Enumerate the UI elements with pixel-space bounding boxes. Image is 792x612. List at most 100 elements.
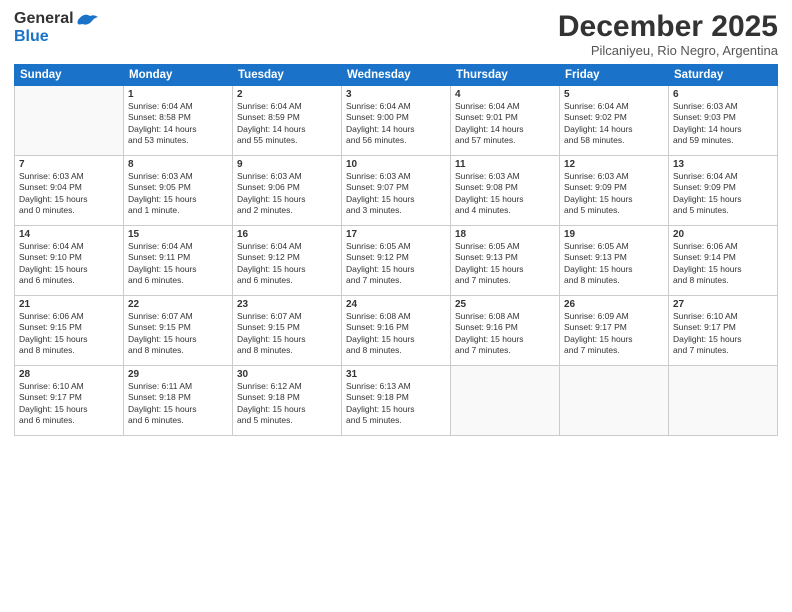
logo-bird-icon: [76, 12, 98, 28]
calendar-week-2: 7Sunrise: 6:03 AM Sunset: 9:04 PM Daylig…: [15, 156, 778, 226]
table-row: 7Sunrise: 6:03 AM Sunset: 9:04 PM Daylig…: [15, 156, 124, 226]
table-row: 10Sunrise: 6:03 AM Sunset: 9:07 PM Dayli…: [342, 156, 451, 226]
day-number: 10: [346, 159, 446, 170]
cell-info: Sunrise: 6:03 AM Sunset: 9:06 PM Dayligh…: [237, 171, 337, 217]
table-row: 2Sunrise: 6:04 AM Sunset: 8:59 PM Daylig…: [233, 86, 342, 156]
day-number: 2: [237, 89, 337, 100]
cell-info: Sunrise: 6:04 AM Sunset: 9:01 PM Dayligh…: [455, 101, 555, 147]
table-row: 16Sunrise: 6:04 AM Sunset: 9:12 PM Dayli…: [233, 226, 342, 296]
cell-info: Sunrise: 6:03 AM Sunset: 9:09 PM Dayligh…: [564, 171, 664, 217]
day-number: 21: [19, 299, 119, 310]
day-number: 14: [19, 229, 119, 240]
table-row: [451, 366, 560, 436]
day-number: 6: [673, 89, 773, 100]
table-row: 5Sunrise: 6:04 AM Sunset: 9:02 PM Daylig…: [560, 86, 669, 156]
table-row: 25Sunrise: 6:08 AM Sunset: 9:16 PM Dayli…: [451, 296, 560, 366]
table-row: 26Sunrise: 6:09 AM Sunset: 9:17 PM Dayli…: [560, 296, 669, 366]
day-number: 25: [455, 299, 555, 310]
cell-info: Sunrise: 6:03 AM Sunset: 9:08 PM Dayligh…: [455, 171, 555, 217]
table-row: 27Sunrise: 6:10 AM Sunset: 9:17 PM Dayli…: [669, 296, 778, 366]
calendar-week-4: 21Sunrise: 6:06 AM Sunset: 9:15 PM Dayli…: [15, 296, 778, 366]
cell-info: Sunrise: 6:03 AM Sunset: 9:04 PM Dayligh…: [19, 171, 119, 217]
table-row: 23Sunrise: 6:07 AM Sunset: 9:15 PM Dayli…: [233, 296, 342, 366]
header-monday: Monday: [124, 65, 233, 86]
cell-info: Sunrise: 6:03 AM Sunset: 9:07 PM Dayligh…: [346, 171, 446, 217]
day-number: 9: [237, 159, 337, 170]
table-row: 19Sunrise: 6:05 AM Sunset: 9:13 PM Dayli…: [560, 226, 669, 296]
day-number: 7: [19, 159, 119, 170]
cell-info: Sunrise: 6:04 AM Sunset: 9:00 PM Dayligh…: [346, 101, 446, 147]
cell-info: Sunrise: 6:05 AM Sunset: 9:12 PM Dayligh…: [346, 241, 446, 287]
cell-info: Sunrise: 6:03 AM Sunset: 9:03 PM Dayligh…: [673, 101, 773, 147]
day-number: 28: [19, 369, 119, 380]
cell-info: Sunrise: 6:05 AM Sunset: 9:13 PM Dayligh…: [455, 241, 555, 287]
header-thursday: Thursday: [451, 65, 560, 86]
logo-general: General: [14, 10, 74, 28]
day-number: 29: [128, 369, 228, 380]
month-title: December 2025: [558, 10, 778, 43]
subtitle: Pilcaniyeu, Rio Negro, Argentina: [558, 43, 778, 58]
day-number: 3: [346, 89, 446, 100]
day-number: 5: [564, 89, 664, 100]
day-number: 16: [237, 229, 337, 240]
day-number: 8: [128, 159, 228, 170]
cell-info: Sunrise: 6:12 AM Sunset: 9:18 PM Dayligh…: [237, 381, 337, 427]
header: General Blue December 2025 Pilcaniyeu, R…: [14, 10, 778, 58]
table-row: 28Sunrise: 6:10 AM Sunset: 9:17 PM Dayli…: [15, 366, 124, 436]
page: General Blue December 2025 Pilcaniyeu, R…: [0, 0, 792, 612]
table-row: 9Sunrise: 6:03 AM Sunset: 9:06 PM Daylig…: [233, 156, 342, 226]
table-row: 18Sunrise: 6:05 AM Sunset: 9:13 PM Dayli…: [451, 226, 560, 296]
day-number: 18: [455, 229, 555, 240]
table-row: 20Sunrise: 6:06 AM Sunset: 9:14 PM Dayli…: [669, 226, 778, 296]
calendar-week-3: 14Sunrise: 6:04 AM Sunset: 9:10 PM Dayli…: [15, 226, 778, 296]
cell-info: Sunrise: 6:04 AM Sunset: 9:09 PM Dayligh…: [673, 171, 773, 217]
day-number: 17: [346, 229, 446, 240]
logo-blue: Blue: [14, 28, 49, 46]
cell-info: Sunrise: 6:07 AM Sunset: 9:15 PM Dayligh…: [128, 311, 228, 357]
day-number: 4: [455, 89, 555, 100]
title-block: December 2025 Pilcaniyeu, Rio Negro, Arg…: [558, 10, 778, 58]
calendar-week-5: 28Sunrise: 6:10 AM Sunset: 9:17 PM Dayli…: [15, 366, 778, 436]
table-row: 31Sunrise: 6:13 AM Sunset: 9:18 PM Dayli…: [342, 366, 451, 436]
calendar-header-row: Sunday Monday Tuesday Wednesday Thursday…: [15, 65, 778, 86]
table-row: 30Sunrise: 6:12 AM Sunset: 9:18 PM Dayli…: [233, 366, 342, 436]
table-row: 11Sunrise: 6:03 AM Sunset: 9:08 PM Dayli…: [451, 156, 560, 226]
day-number: 11: [455, 159, 555, 170]
table-row: [15, 86, 124, 156]
table-row: 21Sunrise: 6:06 AM Sunset: 9:15 PM Dayli…: [15, 296, 124, 366]
calendar-week-1: 1Sunrise: 6:04 AM Sunset: 8:58 PM Daylig…: [15, 86, 778, 156]
day-number: 31: [346, 369, 446, 380]
cell-info: Sunrise: 6:04 AM Sunset: 9:12 PM Dayligh…: [237, 241, 337, 287]
cell-info: Sunrise: 6:04 AM Sunset: 8:59 PM Dayligh…: [237, 101, 337, 147]
table-row: 29Sunrise: 6:11 AM Sunset: 9:18 PM Dayli…: [124, 366, 233, 436]
cell-info: Sunrise: 6:05 AM Sunset: 9:13 PM Dayligh…: [564, 241, 664, 287]
table-row: 22Sunrise: 6:07 AM Sunset: 9:15 PM Dayli…: [124, 296, 233, 366]
cell-info: Sunrise: 6:08 AM Sunset: 9:16 PM Dayligh…: [455, 311, 555, 357]
day-number: 24: [346, 299, 446, 310]
cell-info: Sunrise: 6:06 AM Sunset: 9:15 PM Dayligh…: [19, 311, 119, 357]
header-saturday: Saturday: [669, 65, 778, 86]
day-number: 15: [128, 229, 228, 240]
day-number: 19: [564, 229, 664, 240]
header-friday: Friday: [560, 65, 669, 86]
table-row: 15Sunrise: 6:04 AM Sunset: 9:11 PM Dayli…: [124, 226, 233, 296]
header-wednesday: Wednesday: [342, 65, 451, 86]
header-tuesday: Tuesday: [233, 65, 342, 86]
table-row: 12Sunrise: 6:03 AM Sunset: 9:09 PM Dayli…: [560, 156, 669, 226]
cell-info: Sunrise: 6:13 AM Sunset: 9:18 PM Dayligh…: [346, 381, 446, 427]
table-row: 4Sunrise: 6:04 AM Sunset: 9:01 PM Daylig…: [451, 86, 560, 156]
cell-info: Sunrise: 6:11 AM Sunset: 9:18 PM Dayligh…: [128, 381, 228, 427]
header-sunday: Sunday: [15, 65, 124, 86]
day-number: 12: [564, 159, 664, 170]
day-number: 30: [237, 369, 337, 380]
day-number: 20: [673, 229, 773, 240]
logo: General Blue: [14, 10, 98, 46]
table-row: 6Sunrise: 6:03 AM Sunset: 9:03 PM Daylig…: [669, 86, 778, 156]
cell-info: Sunrise: 6:04 AM Sunset: 8:58 PM Dayligh…: [128, 101, 228, 147]
day-number: 13: [673, 159, 773, 170]
cell-info: Sunrise: 6:06 AM Sunset: 9:14 PM Dayligh…: [673, 241, 773, 287]
cell-info: Sunrise: 6:04 AM Sunset: 9:02 PM Dayligh…: [564, 101, 664, 147]
table-row: 3Sunrise: 6:04 AM Sunset: 9:00 PM Daylig…: [342, 86, 451, 156]
day-number: 27: [673, 299, 773, 310]
table-row: 17Sunrise: 6:05 AM Sunset: 9:12 PM Dayli…: [342, 226, 451, 296]
